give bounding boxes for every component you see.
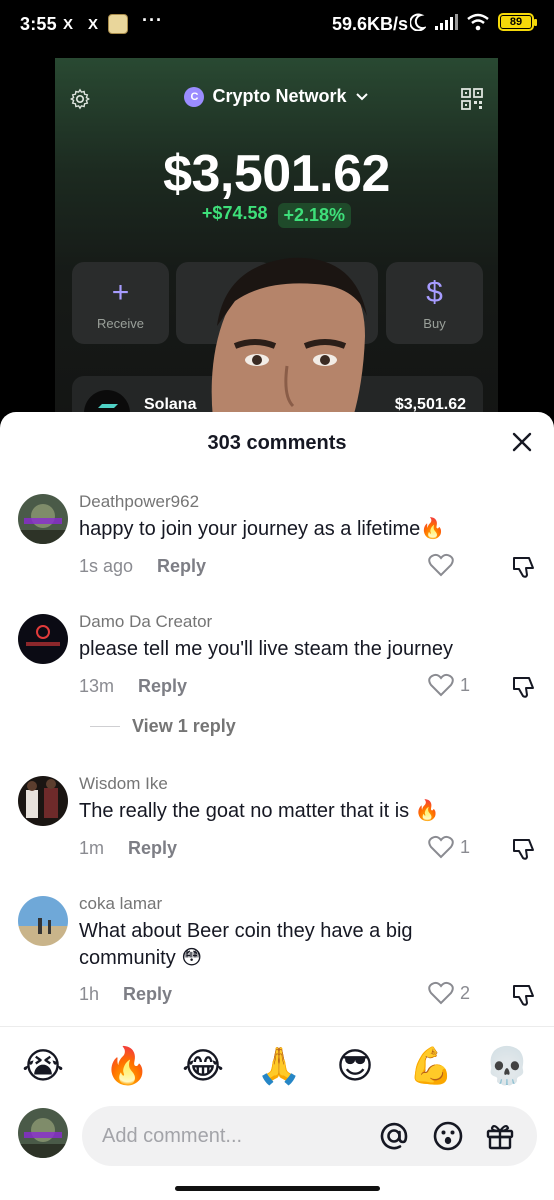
comment-username[interactable]: coka lamar bbox=[79, 894, 162, 914]
input-placeholder: Add comment... bbox=[102, 1125, 243, 1147]
signal-icon bbox=[435, 14, 458, 30]
qr-code-icon bbox=[461, 88, 483, 110]
thumbs-down-icon[interactable] bbox=[511, 674, 537, 700]
buy-tile: $ Buy bbox=[386, 262, 483, 344]
avatar[interactable] bbox=[18, 494, 68, 544]
heart-icon bbox=[428, 981, 454, 1005]
moon-icon bbox=[410, 13, 426, 31]
tile-label: Buy bbox=[423, 316, 446, 331]
comment-text: What about Beer coin they have a big com… bbox=[79, 920, 413, 969]
battery-icon: 89 bbox=[498, 13, 537, 31]
heart-icon bbox=[428, 673, 454, 697]
view-replies-label: View 1 reply bbox=[132, 716, 236, 736]
more-notifications-icon: ··· bbox=[142, 10, 163, 30]
like-button[interactable]: 1 bbox=[428, 673, 470, 697]
comment-username[interactable]: Damo Da Creator bbox=[79, 612, 212, 632]
heart-icon bbox=[428, 553, 454, 577]
thumbs-down-icon[interactable] bbox=[511, 836, 537, 862]
like-button[interactable] bbox=[428, 553, 460, 577]
emoji-picker-icon[interactable] bbox=[432, 1120, 464, 1152]
comments-count-title: 303 comments bbox=[207, 432, 347, 454]
comment-time: 1h bbox=[79, 984, 100, 1004]
network-logo-icon: C bbox=[184, 86, 205, 107]
emoji-skull-button[interactable]: 💀 bbox=[482, 1042, 532, 1092]
emoji-pray-button[interactable]: 🙏 bbox=[254, 1042, 304, 1092]
network-speed: 59.6KB/s bbox=[332, 14, 409, 34]
emoji-muscle-button[interactable]: 💪 bbox=[406, 1042, 456, 1092]
x-notification-icon: X bbox=[87, 16, 98, 33]
reply-button[interactable]: Reply bbox=[123, 984, 172, 1005]
receive-tile: + Receive bbox=[72, 262, 169, 344]
creator-face-image bbox=[211, 257, 367, 418]
comment-username[interactable]: Deathpower962 bbox=[79, 492, 199, 512]
chevron-down-icon bbox=[355, 92, 368, 100]
home-indicator bbox=[175, 1186, 380, 1191]
x-notification-icon: X bbox=[62, 16, 73, 33]
emoji-cool-button[interactable]: 😎 bbox=[330, 1042, 380, 1092]
avatar[interactable] bbox=[18, 896, 68, 946]
emoji-laughing-button[interactable]: 😂 bbox=[178, 1042, 228, 1092]
avatar[interactable] bbox=[18, 614, 68, 664]
like-button[interactable]: 1 bbox=[428, 835, 470, 859]
reply-button[interactable]: Reply bbox=[138, 676, 187, 697]
comment-username[interactable]: Wisdom Ike bbox=[79, 774, 168, 794]
comment-text: please tell me you'll live steam the jou… bbox=[79, 638, 454, 660]
balance-change: +$74.58 +2.18% bbox=[55, 203, 498, 228]
reply-button[interactable]: Reply bbox=[128, 838, 177, 859]
mention-icon[interactable] bbox=[378, 1120, 410, 1152]
plus-icon: + bbox=[111, 276, 130, 309]
dollar-icon: $ bbox=[426, 276, 443, 309]
gift-icon[interactable] bbox=[484, 1120, 516, 1152]
status-time: 3:55 bbox=[20, 14, 57, 34]
divider bbox=[0, 1026, 554, 1027]
emoji-bar: 😭 🔥 😂 🙏 😎 💪 💀 bbox=[0, 1042, 554, 1092]
heart-icon bbox=[428, 835, 454, 859]
comment-meta: 13m Reply bbox=[79, 676, 187, 697]
tile-label: Receive bbox=[97, 316, 144, 331]
comment-time: 1s ago bbox=[79, 556, 134, 576]
wifi-icon bbox=[467, 13, 489, 31]
like-button[interactable]: 2 bbox=[428, 981, 470, 1005]
emoji-crying-button[interactable]: 😭 bbox=[18, 1042, 68, 1092]
close-icon[interactable] bbox=[510, 430, 534, 454]
add-comment-input[interactable]: Add comment... bbox=[82, 1106, 537, 1166]
thumbs-down-icon[interactable] bbox=[511, 982, 537, 1008]
network-selector: C Crypto Network bbox=[55, 86, 498, 107]
status-bar: 3:55 X X ··· 59.6KB/s 89 bbox=[0, 0, 554, 50]
comment-time: 13m bbox=[79, 676, 115, 696]
reply-button[interactable]: Reply bbox=[157, 556, 206, 577]
comment-meta: 1s ago Reply bbox=[79, 556, 206, 577]
divider bbox=[90, 726, 120, 727]
network-name: Crypto Network bbox=[212, 86, 347, 106]
emoji-fire-button[interactable]: 🔥 bbox=[102, 1042, 152, 1092]
like-count: 1 bbox=[460, 674, 471, 695]
view-replies-button[interactable]: View 1 reply bbox=[90, 716, 236, 737]
comment-meta: 1h Reply bbox=[79, 984, 172, 1005]
comment-input-row: Add comment... bbox=[0, 1104, 554, 1168]
comment-text: The really the goat no matter that it is… bbox=[79, 800, 440, 822]
comment-time: 1m bbox=[79, 838, 105, 858]
comment-meta: 1m Reply bbox=[79, 838, 177, 859]
like-count: 1 bbox=[460, 836, 471, 857]
thumbs-down-icon[interactable] bbox=[511, 554, 537, 580]
app-notification-icon bbox=[108, 14, 128, 34]
change-percent: +2.18% bbox=[277, 203, 352, 228]
change-amount: +$74.58 bbox=[201, 203, 268, 223]
status-icons: 89 bbox=[410, 13, 537, 31]
wallet-balance: $3,501.62 bbox=[163, 145, 390, 203]
my-avatar bbox=[18, 1108, 68, 1158]
comment-text: happy to join your journey as a lifetime… bbox=[79, 518, 446, 540]
like-count: 2 bbox=[460, 982, 471, 1003]
video-player[interactable]: C Crypto Network $3,501.62 +$74.58 +2.18… bbox=[55, 58, 498, 418]
avatar[interactable] bbox=[18, 776, 68, 826]
